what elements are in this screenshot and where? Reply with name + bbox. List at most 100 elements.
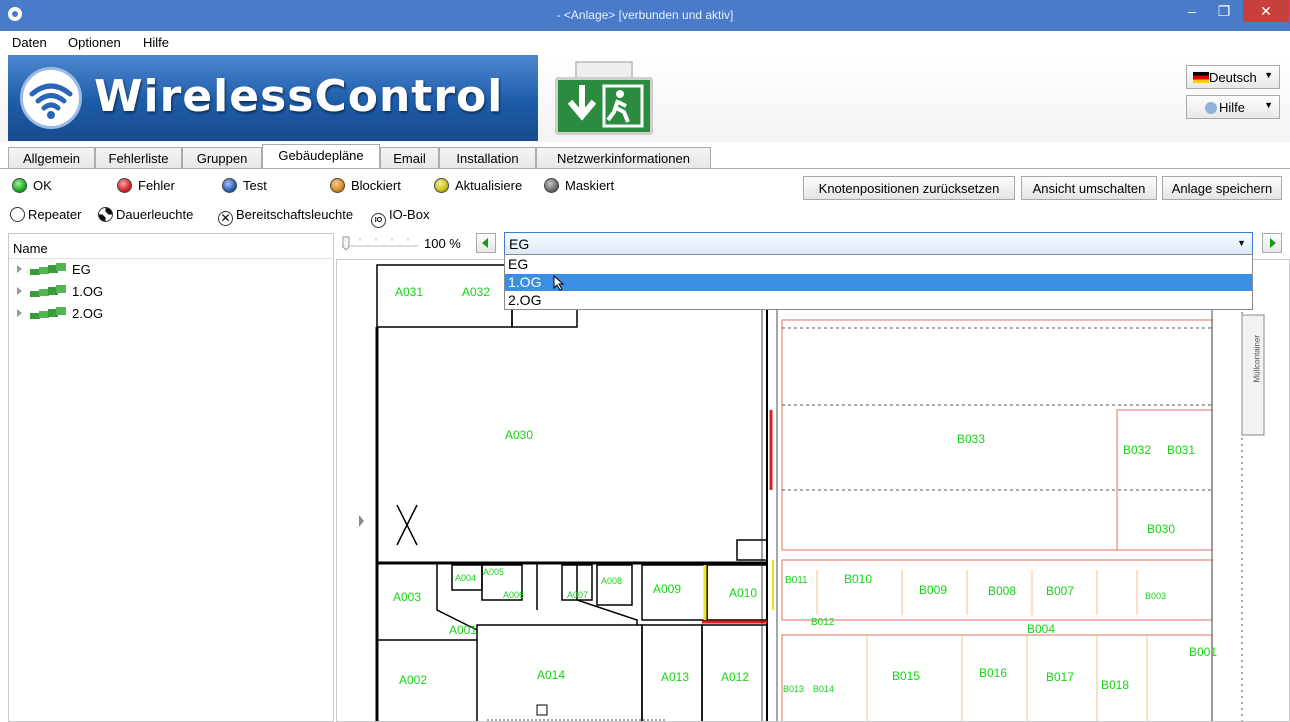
- reset-positions-button[interactable]: Knotenpositionen zurücksetzen: [803, 176, 1015, 200]
- floor-option-eg[interactable]: EG: [505, 256, 1252, 273]
- menu-bar: Daten Optionen Hilfe: [0, 31, 1290, 55]
- legend-aktualisiere: Aktualisiere: [434, 178, 522, 196]
- room-label: A008: [601, 576, 623, 586]
- help-button[interactable]: Hilfe ▼: [1186, 95, 1280, 119]
- room-label: A007: [567, 590, 589, 600]
- room-label: A005: [483, 567, 505, 577]
- room-label: B004: [1027, 622, 1056, 636]
- legend-label: Blockiert: [351, 178, 401, 193]
- room-label: A006: [503, 590, 525, 600]
- title-bar: - <Anlage> [verbunden und aktiv] – ❐ ✕: [0, 0, 1290, 31]
- close-button[interactable]: ✕: [1243, 0, 1289, 22]
- left-collapse-handle[interactable]: [359, 515, 364, 527]
- save-plant-button[interactable]: Anlage speichern: [1162, 176, 1282, 200]
- room-label: B033: [957, 432, 986, 446]
- help-label: Hilfe: [1219, 100, 1246, 115]
- tree-item-eg[interactable]: EG: [17, 262, 91, 280]
- tab-fehlerliste[interactable]: Fehlerliste: [95, 147, 182, 169]
- repeater-icon: [10, 207, 25, 222]
- floor-select-value: EG: [509, 236, 530, 252]
- tab-allgemein[interactable]: Allgemein: [8, 147, 95, 169]
- tree-item-label: 2.OG: [72, 306, 104, 321]
- room-label: A030: [505, 428, 534, 442]
- tree-item-2og[interactable]: 2.OG: [17, 306, 103, 324]
- legend-fehler: Fehler: [117, 178, 175, 196]
- room-label: A002: [399, 673, 428, 687]
- floor-dropdown-list: EG 1.OG 2.OG: [504, 254, 1253, 310]
- zoom-level: 100 %: [424, 236, 461, 251]
- legend-repeater: Repeater: [10, 207, 81, 222]
- floor-select[interactable]: EG ▼: [504, 232, 1253, 255]
- floor-plan[interactable]: A031 A032 A030 A003 A004 A005 A006 A007 …: [336, 259, 1290, 722]
- room-label: B015: [892, 669, 921, 683]
- tab-bar: Allgemein Fehlerliste Gruppen Gebäudeplä…: [0, 144, 1290, 169]
- ok-status-icon: [12, 178, 27, 193]
- expand-icon[interactable]: [17, 287, 22, 295]
- legend-bereitschaftsleuchte: ✕ Bereitschaftsleuchte: [218, 207, 353, 226]
- legend-ok: OK: [12, 178, 52, 196]
- wifi-icon: [20, 67, 82, 129]
- blocked-status-icon: [330, 178, 345, 193]
- legend-label: Maskiert: [565, 178, 615, 193]
- legend-maskiert: Maskiert: [544, 178, 614, 196]
- floor-option-1og[interactable]: 1.OG: [505, 274, 1252, 291]
- chevron-down-icon: ▼: [1264, 70, 1273, 80]
- language-label: Deutsch: [1209, 70, 1257, 85]
- floor-option-2og[interactable]: 2.OG: [505, 292, 1252, 309]
- room-label: B031: [1167, 443, 1196, 457]
- tree-item-label: 1.OG: [72, 284, 104, 299]
- nodes-icon: [30, 307, 66, 319]
- room-label: B030: [1147, 522, 1176, 536]
- exit-sign-icon: [555, 77, 653, 135]
- room-label: B010: [844, 572, 873, 586]
- expand-icon[interactable]: [17, 265, 22, 273]
- chevron-down-icon: ▼: [1237, 238, 1246, 248]
- tree-item-1og[interactable]: 1.OG: [17, 284, 103, 302]
- menu-item-daten[interactable]: Daten: [12, 35, 47, 50]
- room-label: B001: [1189, 645, 1218, 659]
- menu-item-optionen[interactable]: Optionen: [68, 35, 121, 50]
- tab-installation[interactable]: Installation: [439, 147, 536, 169]
- legend-blockiert: Blockiert: [330, 178, 401, 196]
- help-globe-icon: [1205, 102, 1217, 114]
- german-flag-icon: [1193, 72, 1209, 83]
- legend-label: Repeater: [28, 207, 82, 222]
- toggle-view-button[interactable]: Ansicht umschalten: [1021, 176, 1157, 200]
- zoom-slider[interactable]: [340, 235, 420, 251]
- maximize-button[interactable]: ❐: [1207, 0, 1241, 22]
- room-label: B012: [811, 617, 835, 628]
- room-label: A012: [721, 670, 750, 684]
- tab-gebaeudeplaene[interactable]: Gebäudepläne: [262, 144, 380, 169]
- language-button[interactable]: Deutsch ▼: [1186, 65, 1280, 89]
- room-label: A031: [395, 285, 424, 299]
- mouse-cursor-icon: [553, 274, 565, 294]
- room-label: A010: [729, 586, 758, 600]
- legend-label: Bereitschaftsleuchte: [236, 207, 354, 222]
- masked-status-icon: [544, 178, 559, 193]
- tab-gruppen[interactable]: Gruppen: [182, 147, 262, 169]
- prev-floor-button[interactable]: [476, 233, 496, 253]
- standby-light-icon: ✕: [218, 211, 233, 226]
- expand-icon[interactable]: [17, 309, 22, 317]
- logo: WirelessControl: [8, 55, 538, 141]
- room-label: B013: [783, 684, 805, 694]
- room-label: B008: [988, 584, 1017, 598]
- menu-item-hilfe[interactable]: Hilfe: [143, 35, 169, 50]
- test-status-icon: [222, 178, 237, 193]
- floor-tree: Name EG 1.OG 2.OG: [8, 233, 334, 722]
- room-label: B032: [1123, 443, 1152, 457]
- tree-header[interactable]: Name: [9, 234, 333, 259]
- legend-io-box: IO IO-Box: [371, 207, 429, 228]
- floor-plan-drawing: [375, 260, 1265, 721]
- next-floor-button[interactable]: [1262, 233, 1282, 253]
- minimize-button[interactable]: –: [1175, 0, 1209, 22]
- tab-email[interactable]: Email: [380, 147, 439, 169]
- tab-divider: [0, 168, 1290, 169]
- side-label: Müllcontainer: [1253, 335, 1262, 383]
- room-label: B017: [1046, 670, 1075, 684]
- legend-test: Test: [222, 178, 267, 196]
- room-label: A001: [449, 623, 478, 637]
- tab-netzwerkinformationen[interactable]: Netzwerkinformationen: [536, 147, 711, 169]
- room-label: B016: [979, 666, 1008, 680]
- legend-label: Test: [243, 178, 267, 193]
